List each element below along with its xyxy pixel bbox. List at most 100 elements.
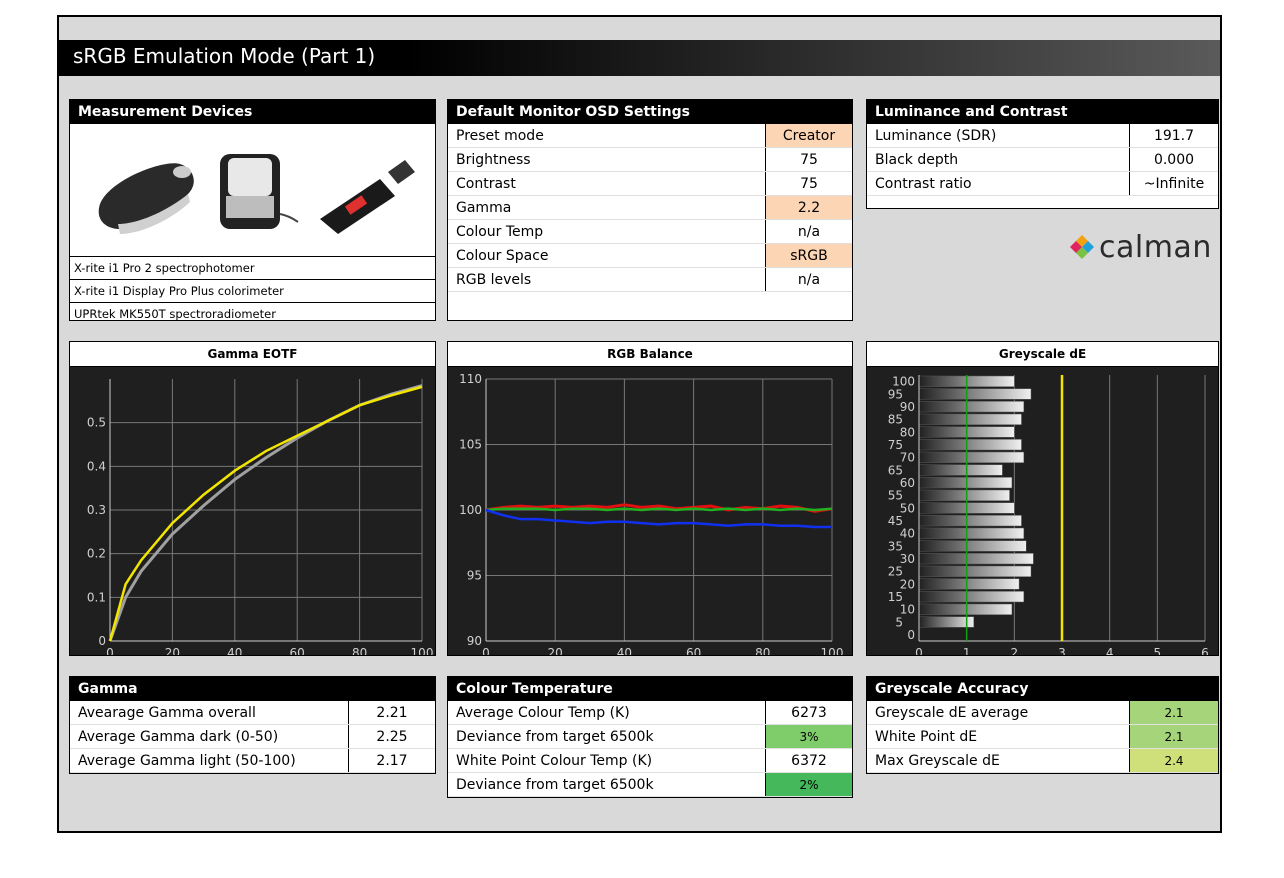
y-tick-label: 5	[895, 615, 903, 629]
luminance-panel: Luminance and Contrast Luminance (SDR) 19…	[866, 99, 1219, 209]
gamma-heading: Gamma	[70, 677, 435, 701]
y-tick-label: 90	[467, 634, 482, 648]
spectroradiometer-icon	[320, 160, 415, 234]
table-row: Greyscale dE average 2.1	[867, 701, 1218, 725]
luminance-table: Luminance (SDR) 191.7 Black depth 0.000 Cont…	[867, 124, 1218, 196]
y-tick-label: 0.1	[87, 590, 106, 604]
device-item: X-rite i1 Display Pro Plus colorimeter	[70, 279, 435, 302]
row-label: RGB levels	[448, 267, 766, 292]
greyscale-accuracy-panel: Greyscale Accuracy Greyscale dE average 2…	[866, 676, 1219, 774]
x-tick-label: 2	[1011, 646, 1019, 655]
x-tick-label: 40	[227, 646, 242, 655]
greyscale-bar	[918, 603, 1013, 615]
row-label: Black depth	[867, 147, 1130, 172]
x-tick-label: 20	[548, 646, 563, 655]
gamma-eotf-chart: Gamma EOTF 0 0.1 0.2 0.3 0.4 0.5 0 20 40 60 80 100	[69, 341, 436, 656]
x-tick-label: 0	[106, 646, 114, 655]
greyscale-bar	[918, 540, 1027, 552]
colorimeter-icon	[220, 154, 299, 229]
table-row: Black depth 0.000	[867, 147, 1218, 172]
y-tick-label: 0	[98, 634, 106, 648]
greyscale-bar	[918, 527, 1025, 539]
table-row: Average Colour Temp (K) 6273	[448, 701, 852, 725]
row-label: Contrast ratio	[867, 171, 1130, 196]
greyscale-bar	[918, 401, 1025, 413]
row-value: 0.000	[1129, 147, 1218, 172]
row-label: Max Greyscale dE	[867, 748, 1130, 773]
row-value: 2.21	[348, 701, 435, 725]
device-item: UPRtek MK550T spectroradiometer	[70, 302, 435, 325]
x-tick-label: 4	[1106, 646, 1114, 655]
osd-settings-heading: Default Monitor OSD Settings	[448, 100, 852, 124]
table-row: RGB levels n/a	[448, 267, 852, 292]
greyscale-bar	[918, 616, 975, 628]
row-label: Preset mode	[448, 124, 766, 148]
greyscale-bar	[918, 413, 1022, 425]
y-tick-label: 0.5	[87, 416, 106, 430]
row-value: ~Infinite	[1129, 171, 1218, 196]
row-label: Greyscale dE average	[867, 701, 1130, 725]
table-row: Preset mode Creator	[448, 124, 852, 148]
y-tick-label: 0.3	[87, 503, 106, 517]
luminance-heading: Luminance and Contrast	[867, 100, 1218, 124]
gamma-eotf-plot: 0 0.1 0.2 0.3 0.4 0.5 0 20 40 60 80 100	[87, 379, 433, 655]
x-tick-label: 80	[352, 646, 367, 655]
row-label: Deviance from target 6500k	[448, 772, 766, 797]
greyscale-bar	[918, 591, 1025, 603]
row-value: 2.1	[1129, 701, 1218, 725]
greyscale-bar	[918, 464, 1003, 476]
chart-title: Gamma EOTF	[70, 342, 435, 367]
y-tick-label: 110	[459, 372, 482, 386]
greyscale-bar	[918, 388, 1032, 400]
y-tick-label: 105	[459, 438, 482, 452]
row-value: 2.17	[348, 748, 435, 773]
table-row: Brightness 75	[448, 147, 852, 172]
x-tick-label: 5	[1154, 646, 1162, 655]
row-label: Average Gamma light (50-100)	[70, 748, 349, 773]
table-row: Contrast ratio ~Infinite	[867, 171, 1218, 196]
row-value: 2%	[765, 772, 852, 797]
report-frame: sRGB Emulation Mode (Part 1) Measurement…	[57, 15, 1222, 833]
y-tick-label: 0	[907, 628, 915, 642]
table-row: Luminance (SDR) 191.7	[867, 124, 1218, 148]
table-row: White Point dE 2.1	[867, 724, 1218, 749]
measurement-devices-panel: Measurement Devices X-rite i1 Pro 2 spec…	[69, 99, 436, 321]
device-item: X-rite i1 Pro 2 spectrophotomer	[70, 256, 435, 279]
y-tick-label: 0.4	[87, 459, 106, 473]
table-row: Deviance from target 6500k 2%	[448, 772, 852, 797]
row-value: sRGB	[765, 243, 852, 268]
chart-title: RGB Balance	[448, 342, 852, 367]
chart-title: Greyscale dE	[867, 342, 1218, 367]
devices-image	[98, 154, 415, 234]
row-label: Luminance (SDR)	[867, 124, 1130, 148]
row-value: 3%	[765, 724, 852, 749]
row-label: Average Gamma dark (0-50)	[70, 724, 349, 749]
greyscale-de-plot: 0 1 2 3 4 5 6100959085807570656055504540353025…	[888, 375, 1209, 655]
table-row: Gamma 2.2	[448, 195, 852, 220]
greyscale-bar	[918, 565, 1032, 577]
row-value: 2.1	[1129, 724, 1218, 749]
greyscale-bar	[918, 515, 1022, 527]
calman-diamond-icon	[1070, 235, 1094, 259]
x-tick-label: 40	[617, 646, 632, 655]
series-line	[485, 508, 832, 529]
row-value: 75	[765, 171, 852, 196]
row-value: n/a	[765, 219, 852, 244]
x-tick-label: 0	[482, 646, 490, 655]
row-value: 2.25	[348, 724, 435, 749]
greyscale-bar	[918, 451, 1025, 463]
row-value: 191.7	[1129, 124, 1218, 148]
greyscale-bar	[918, 439, 1022, 451]
row-label: Colour Temp	[448, 219, 766, 244]
gamma-panel: Gamma Avearage Gamma overall 2.21 Average …	[69, 676, 436, 774]
greyscale-bar	[918, 578, 1020, 590]
y-tick-label: 0.2	[87, 547, 106, 561]
page-title: sRGB Emulation Mode (Part 1)	[73, 44, 376, 68]
row-label: White Point Colour Temp (K)	[448, 748, 766, 773]
greyscale-de-chart: Greyscale dE 0 1 2 3 4 5 6 100 95 90 85 80 75 70 65 60 5…	[866, 341, 1219, 656]
x-tick-label: 100	[821, 646, 844, 655]
spectrophotometer-icon	[98, 163, 194, 234]
x-tick-label: 60	[686, 646, 701, 655]
x-tick-label: 0	[915, 646, 923, 655]
greyscale-accuracy-heading: Greyscale Accuracy	[867, 677, 1218, 701]
